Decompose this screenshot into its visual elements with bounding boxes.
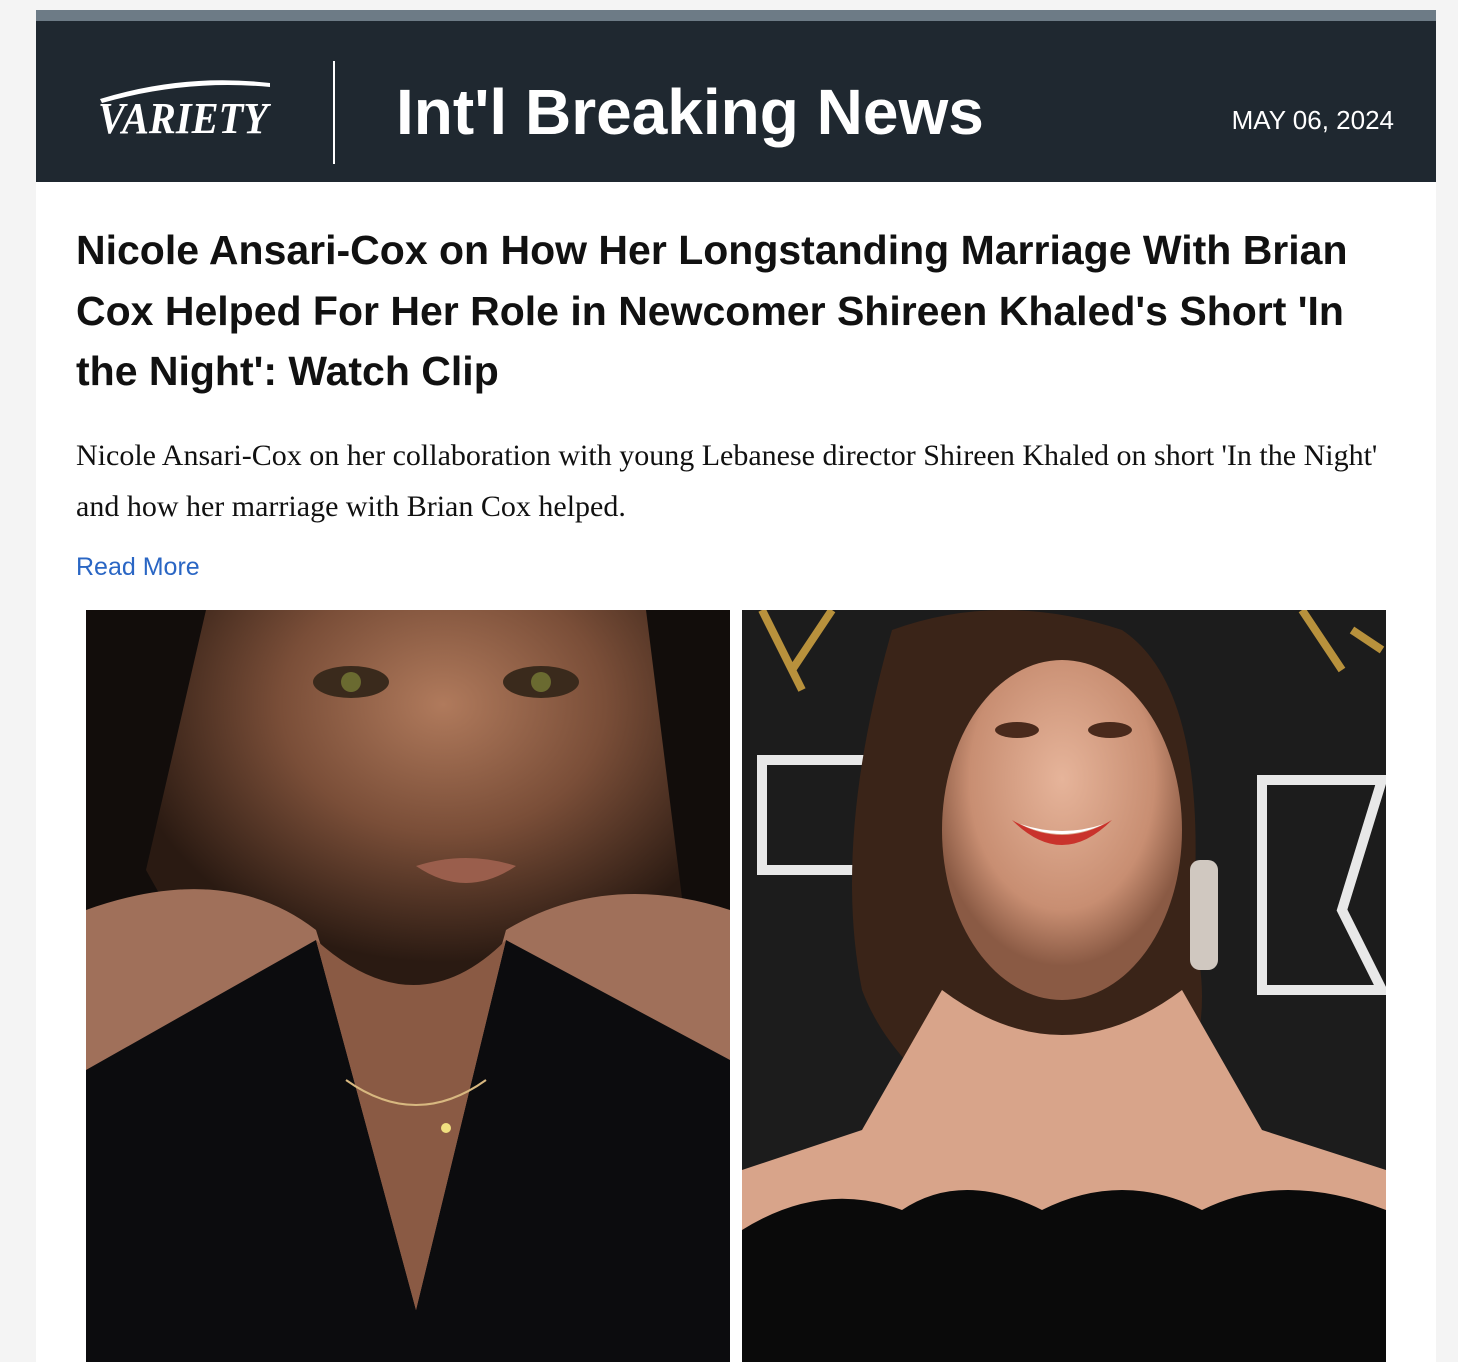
newsletter-header: VARIETY Int'l Breaking News MAY 06, 2024 — [36, 21, 1436, 182]
variety-logo-text: VARIETY — [98, 94, 272, 143]
top-accent-strip — [36, 10, 1436, 21]
article-photo-right[interactable] — [742, 610, 1386, 1362]
newsletter-date: MAY 06, 2024 — [1231, 105, 1394, 135]
article-photo-left[interactable] — [86, 610, 730, 1362]
header-divider — [333, 61, 335, 164]
variety-logo[interactable]: VARIETY — [94, 69, 274, 143]
article-headline[interactable]: Nicole Ansari-Cox on How Her Longstandin… — [76, 220, 1396, 402]
read-more-link[interactable]: Read More — [76, 552, 200, 582]
newsletter-title: Int'l Breaking News — [396, 76, 984, 148]
article-summary: Nicole Ansari-Cox on her collaboration w… — [76, 439, 1378, 523]
email-newsletter: VARIETY Int'l Breaking News MAY 06, 2024… — [36, 10, 1436, 1362]
